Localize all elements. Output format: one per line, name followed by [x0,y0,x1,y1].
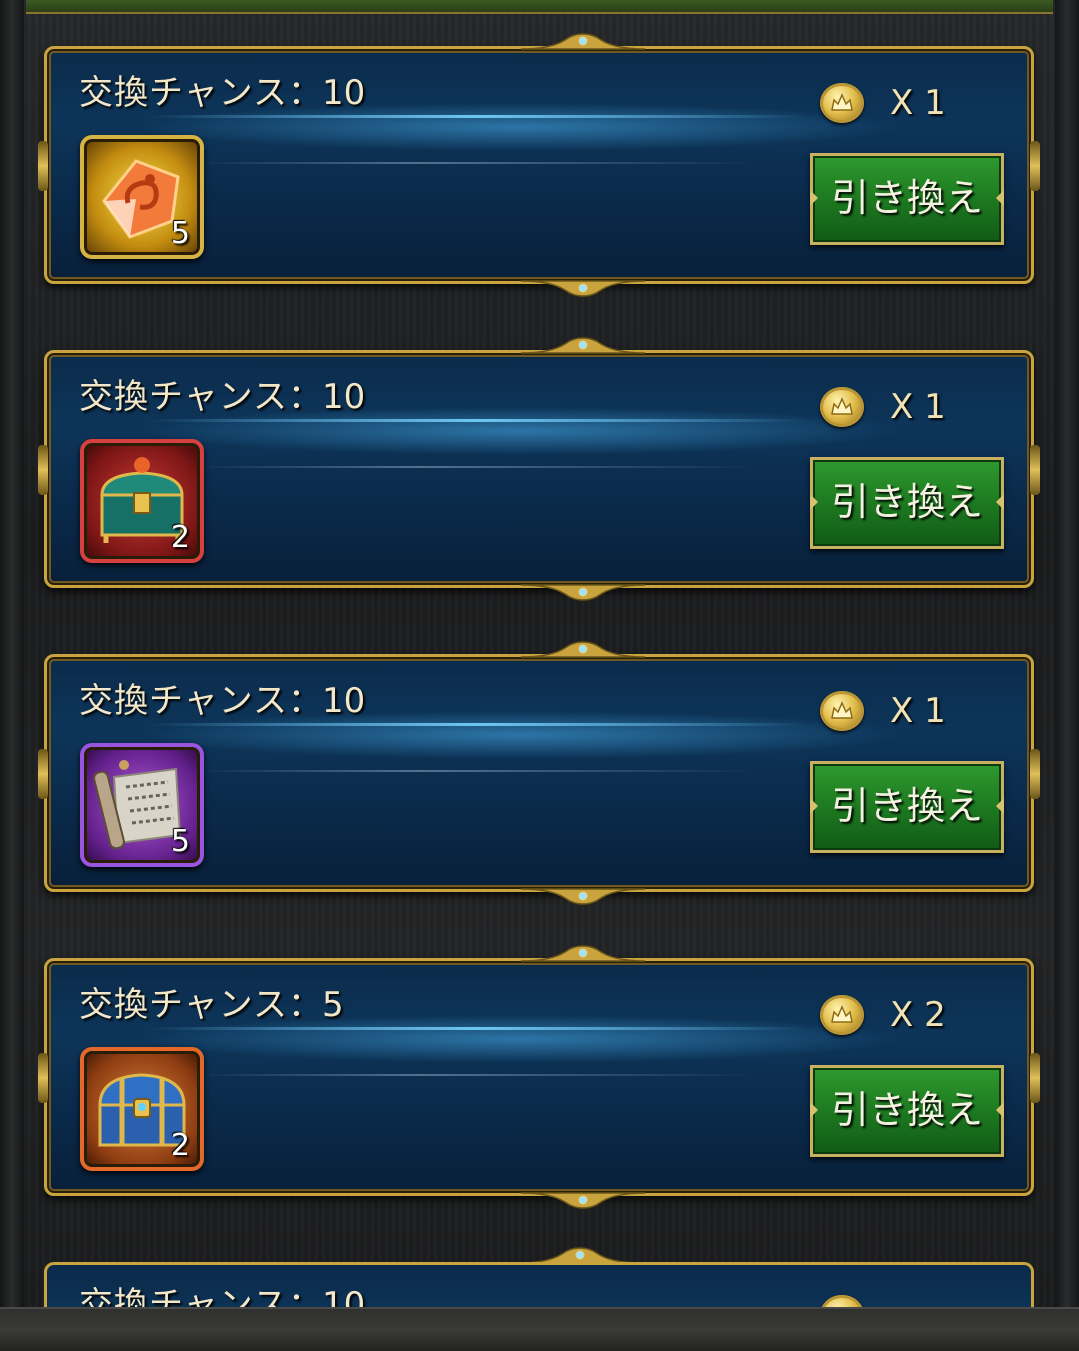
frame-stud [1030,445,1040,495]
ornament-icon [521,584,645,601]
top-banner-edge [26,0,1053,14]
item-count: 2 [170,520,190,555]
exchange-chance-label: 交換チャンス [79,73,288,113]
cost-amount: X 2 [890,995,946,1035]
exchange-chance-value: 10 [321,377,366,417]
frame-stud [38,141,48,191]
exchange-chance-value: 10 [321,681,366,721]
exchange-button[interactable]: 引き換え [810,457,1004,549]
offer-card: 交換チャンス：10 X 1 5 引き換え [38,641,1040,905]
gold-coin-icon [820,83,864,123]
divider [197,1074,757,1076]
divider [197,162,757,164]
frame-stud [1030,1053,1040,1103]
reward-item[interactable]: 5 [80,135,204,259]
frame-stud [38,445,48,495]
exchange-chance-label: 交換チャンス [79,985,288,1025]
left-rail [0,0,24,1349]
exchange-chance-value: 10 [321,73,366,113]
exchange-chance: 交換チャンス：10 [79,369,365,418]
title-glow [147,419,807,422]
divider [197,770,757,772]
title-glow [147,115,807,118]
exchange-chance: 交換チャンス：10 [79,65,365,114]
exchange-chance-separator: ： [287,73,322,113]
ornament-icon [521,33,645,50]
ornament-icon [521,1192,645,1209]
ornament-icon [521,280,645,297]
item-count: 5 [170,216,190,251]
right-rail [1055,0,1079,1349]
exchange-chance-value: 5 [321,985,344,1025]
cost-amount: X 1 [890,83,946,123]
title-glow [147,1027,807,1030]
ornament-icon [521,641,645,658]
exchange-chance: 交換チャンス：10 [79,673,365,722]
reward-item[interactable]: 2 [80,439,204,563]
offer-card: 交換チャンス：10 X 1 5 引き換え [38,33,1040,297]
exchange-chance-label: 交換チャンス [79,681,288,721]
exchange-button[interactable]: 引き換え [810,761,1004,853]
cost-amount: X 1 [890,691,946,731]
gold-coin-icon [820,387,864,427]
frame-stud [38,1053,48,1103]
divider [197,466,757,468]
title-glow [147,723,807,726]
exchange-button[interactable]: 引き換え [810,153,1004,245]
exchange-chance-label: 交換チャンス [79,377,288,417]
bottom-bar [0,1307,1079,1351]
ornament-icon [521,945,645,962]
exchange-chance-separator: ： [287,377,322,417]
offer-card: 交換チャンス：5 X 2 2 引き換え [38,945,1040,1209]
item-count: 2 [170,1128,190,1163]
exchange-chance: 交換チャンス：5 [79,977,344,1026]
exchange-chance-separator: ： [287,681,322,721]
cost-amount: X 1 [890,387,946,427]
gold-coin-icon [820,995,864,1035]
ornament-icon [521,888,645,905]
offer-card: 交換チャンス：10 X 1 2 引き換え [38,337,1040,601]
exchange-chance-separator: ： [287,985,322,1025]
frame-stud [38,749,48,799]
ornament-icon [521,337,645,354]
frame-stud [1030,749,1040,799]
gold-coin-icon [820,691,864,731]
frame-stud [1030,141,1040,191]
exchange-button[interactable]: 引き換え [810,1065,1004,1157]
reward-item[interactable]: 2 [80,1047,204,1171]
item-count: 5 [170,824,190,859]
reward-item[interactable]: 5 [80,743,204,867]
